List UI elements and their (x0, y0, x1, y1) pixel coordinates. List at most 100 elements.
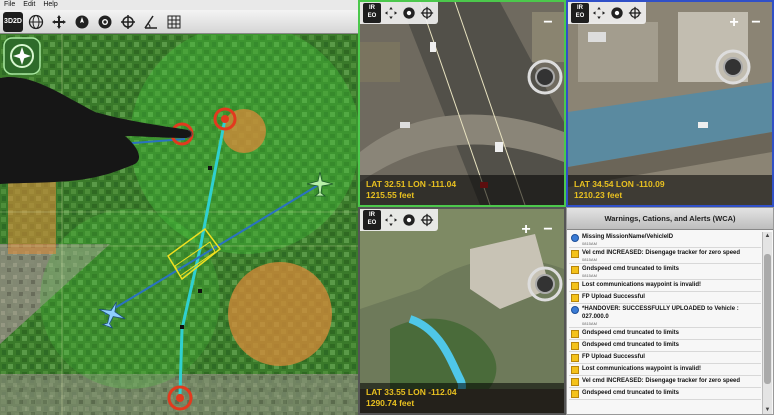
wca-message: FP Upload Successful (582, 294, 645, 300)
warning-icon (571, 342, 579, 350)
feed-1-toolbar: IR EO (360, 2, 438, 24)
warning-icon (571, 390, 579, 398)
warning-icon (571, 366, 579, 374)
wca-time: 0815AM (582, 273, 597, 278)
pan-arrows-icon[interactable] (383, 4, 399, 22)
wca-message: FP Upload Successful (582, 354, 645, 360)
wca-item-text: FP Upload Successful (582, 293, 645, 301)
zoom-out-icon[interactable]: − (748, 15, 764, 32)
wca-message: Gndspeed cmd truncated to limits (582, 342, 680, 348)
wca-time: 0815AM (582, 241, 597, 246)
wca-item-text: Vel cmd INCREASED: Disengage tracker for… (582, 249, 740, 262)
wca-item-text: Gndspeed cmd truncated to limits 0815AM (582, 265, 679, 278)
wca-message: Vel cmd INCREASED: Disengage tracker for… (582, 378, 741, 384)
ir-label: IR (577, 5, 583, 11)
wca-item[interactable]: *HANDOVER: SUCCESSFULLY UPLOADED to Vehi… (569, 304, 761, 328)
wca-item[interactable]: FP Upload Successful (569, 292, 761, 304)
zoom-in-icon[interactable]: + (518, 222, 534, 239)
wca-message: Lost communications waypoint is invalid! (582, 366, 702, 372)
scroll-up-icon[interactable]: ▲ (763, 232, 772, 240)
wca-item-text: Gndspeed cmd truncated to limits (582, 341, 679, 349)
eo-label: EO (367, 13, 377, 19)
feed-1-latlon: LAT 32.51 LON -111.04 (366, 179, 457, 189)
toggle-3d-label: 3D (4, 18, 13, 25)
wca-message: Gndspeed cmd truncated to limits (582, 390, 680, 396)
warning-icon (571, 282, 579, 290)
wca-title: Warnings, Cations, and Alerts (WCA) (567, 208, 773, 230)
pan-arrows-icon[interactable] (591, 4, 607, 22)
wca-message: Gndspeed cmd truncated to limits (582, 330, 680, 336)
wca-panel: Warnings, Cations, and Alerts (WCA) Miss… (566, 207, 774, 415)
wca-item[interactable]: Gndspeed cmd truncated to limits (569, 340, 761, 352)
wca-item-text: Gndspeed cmd truncated to limits (582, 329, 679, 337)
warning-icon (571, 250, 579, 258)
wca-item[interactable]: Missing MissionName/VehicleID 0815AM (569, 232, 761, 248)
wca-time: 0815AM (582, 321, 597, 326)
measure-angle-icon[interactable] (141, 12, 161, 32)
crosshair-icon[interactable] (419, 4, 435, 22)
pan-arrows-icon[interactable] (383, 211, 399, 229)
zoom-in-icon[interactable]: + (726, 15, 742, 32)
wca-message: *HANDOVER: SUCCESSFULLY UPLOADED to Vehi… (582, 306, 739, 320)
video-feed-3[interactable]: IR EO + − LAT 33.55 LON -112.04 1290.74 f… (358, 207, 566, 415)
video-feed-2[interactable]: IR EO + − LAT 34.54 LON -110.09 1210.23 f… (566, 0, 774, 207)
wca-item[interactable]: Gndspeed cmd truncated to limits 0815AM (569, 264, 761, 280)
crosshair-icon[interactable] (419, 211, 435, 229)
feed-3-ir-eo-toggle[interactable]: IR EO (363, 210, 381, 230)
crosshair-icon[interactable] (118, 12, 138, 32)
view-3d-2d-toggle[interactable]: 3D 2D (3, 11, 23, 32)
wca-item[interactable]: Gndspeed cmd truncated to limits (569, 388, 761, 400)
pan-arrows-icon[interactable] (49, 12, 69, 32)
ir-label: IR (369, 5, 375, 11)
feed-3-altitude: 1290.74 feet (366, 398, 415, 408)
feed-1-ir-eo-toggle[interactable]: IR EO (363, 3, 381, 23)
wca-item-text: Vel cmd INCREASED: Disengage tracker for… (582, 377, 740, 385)
warning-icon (571, 294, 579, 302)
crosshair-icon[interactable] (627, 4, 643, 22)
zoom-out-icon[interactable]: − (540, 15, 556, 32)
wca-item-text: Gndspeed cmd truncated to limits (582, 389, 679, 397)
map-nav-control[interactable] (3, 37, 41, 75)
eo-label: EO (575, 13, 585, 19)
wca-item[interactable]: Gndspeed cmd truncated to limits (569, 328, 761, 340)
compass-icon[interactable] (72, 12, 92, 32)
warning-icon (571, 266, 579, 274)
ir-label: IR (369, 212, 375, 218)
toggle-2d-label: 2D (13, 18, 22, 25)
wca-list[interactable]: Missing MissionName/VehicleID 0815AM Vel c… (569, 232, 761, 414)
feed-2-ir-eo-toggle[interactable]: IR EO (571, 3, 589, 23)
wca-message: Lost communications waypoint is invalid! (582, 282, 702, 288)
wca-scrollbar[interactable]: ▲ ▼ (762, 232, 772, 414)
wca-item-text: Missing MissionName/VehicleID 0815AM (582, 233, 673, 246)
scroll-down-icon[interactable]: ▼ (763, 406, 772, 414)
wca-item[interactable]: Lost communications waypoint is invalid! (569, 280, 761, 292)
zoom-out-icon[interactable]: − (540, 222, 556, 239)
map-toolbar: 3D 2D (0, 10, 358, 34)
info-icon (571, 234, 579, 242)
ring-target-icon[interactable] (609, 4, 625, 22)
feed-1-altitude: 1215.55 feet (366, 190, 415, 200)
wca-item-text: Lost communications waypoint is invalid! (582, 365, 701, 373)
ring-target-icon[interactable] (401, 4, 417, 22)
tactical-map[interactable] (0, 34, 358, 415)
video-feed-1[interactable]: IR EO − LAT 32.51 LON -111.04 1215.55 fee… (358, 0, 566, 207)
menu-edit[interactable]: Edit (23, 0, 35, 10)
ring-target-icon[interactable] (401, 211, 417, 229)
scroll-thumb[interactable] (764, 254, 771, 384)
menu-help[interactable]: Help (43, 0, 57, 10)
wca-item[interactable]: Vel cmd INCREASED: Disengage tracker for… (569, 376, 761, 388)
wca-message: Vel cmd INCREASED: Disengage tracker for… (582, 250, 741, 256)
menu-file[interactable]: File (4, 0, 15, 10)
wca-item[interactable]: FP Upload Successful (569, 352, 761, 364)
ring-target-icon[interactable] (95, 12, 115, 32)
wca-item-text: FP Upload Successful (582, 353, 645, 361)
wca-item[interactable]: Vel cmd INCREASED: Disengage tracker for… (569, 248, 761, 264)
wca-message: Missing MissionName/VehicleID (582, 234, 674, 240)
feed-2-telemetry: LAT 34.54 LON -110.09 1210.23 feet (568, 175, 772, 205)
feed-2-latlon: LAT 34.54 LON -110.09 (574, 179, 665, 189)
wca-item[interactable]: Lost communications waypoint is invalid! (569, 364, 761, 376)
wca-time: 0815AM (582, 257, 597, 262)
grid-icon[interactable] (164, 12, 184, 32)
globe-icon[interactable] (26, 12, 46, 32)
warning-icon (571, 354, 579, 362)
